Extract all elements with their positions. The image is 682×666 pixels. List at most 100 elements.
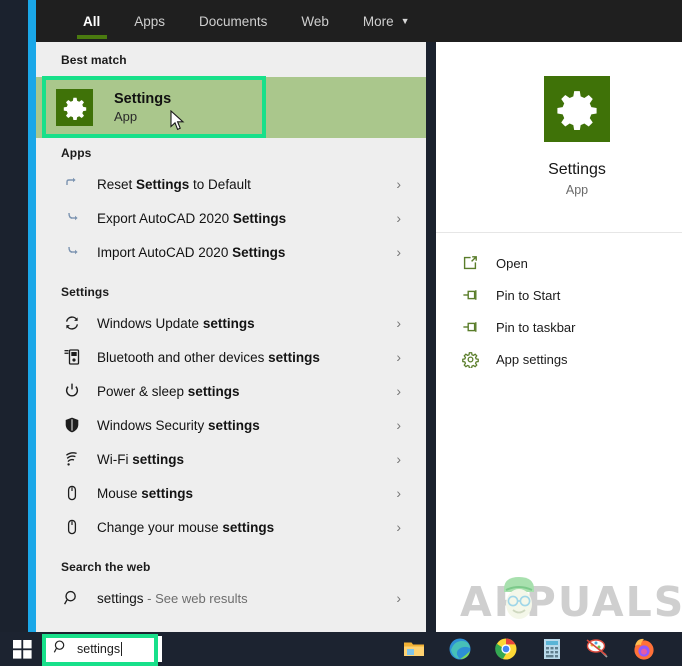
pin-icon xyxy=(460,285,480,305)
tab-documents-label: Documents xyxy=(199,13,268,29)
tab-apps[interactable]: Apps xyxy=(117,0,182,42)
result-label: Reset Settings to Default xyxy=(97,176,251,192)
gear-icon xyxy=(544,75,610,142)
result-row-windows-update-settings[interactable]: Windows Update settings › xyxy=(36,306,426,340)
gear-icon xyxy=(56,89,93,126)
wallpaper-accent-strip xyxy=(28,0,36,632)
preview-app-kind: App xyxy=(565,182,589,197)
calculator-icon[interactable] xyxy=(540,637,564,661)
result-label: Windows Update settings xyxy=(97,315,255,331)
preview-app-name: Settings xyxy=(548,160,606,178)
tab-apps-label: Apps xyxy=(134,13,166,29)
search-input-value[interactable]: settings xyxy=(77,642,120,656)
mouse-icon xyxy=(61,482,83,504)
chevron-right-icon: › xyxy=(396,417,401,433)
firefox-icon[interactable] xyxy=(632,637,656,661)
action-pin-to-taskbar[interactable]: Pin to taskbar xyxy=(436,311,682,343)
wifi-icon xyxy=(61,448,83,470)
arrow-right-curve-icon xyxy=(61,241,83,263)
group-header-search-the-web: Search the web xyxy=(61,560,151,574)
chevron-right-icon: › xyxy=(396,451,401,467)
shield-icon xyxy=(61,414,83,436)
chevron-down-icon: ▼ xyxy=(400,16,410,26)
tab-documents[interactable]: Documents xyxy=(182,0,284,42)
chevron-right-icon: › xyxy=(396,485,401,501)
paint-icon[interactable] xyxy=(586,637,610,661)
result-label: Windows Security settings xyxy=(97,417,260,433)
filter-tabbar: All Apps Documents Web More ▼ xyxy=(36,0,682,42)
tab-more-label: More xyxy=(362,13,394,29)
text-cursor xyxy=(121,642,123,656)
start-button[interactable] xyxy=(0,632,44,666)
result-label: Import AutoCAD 2020 Settings xyxy=(97,244,286,260)
bluetooth-device-icon xyxy=(61,346,83,368)
chevron-right-icon: › xyxy=(396,590,401,606)
result-row-wifi-settings[interactable]: Wi-Fi settings › xyxy=(36,442,426,476)
action-open[interactable]: Open xyxy=(436,247,682,279)
power-icon xyxy=(61,380,83,402)
result-label: Wi-Fi settings xyxy=(97,451,184,467)
search-icon xyxy=(61,587,83,609)
arrow-left-curve-icon xyxy=(61,173,83,195)
group-header-settings: Settings xyxy=(61,285,110,299)
best-match-settings-row[interactable]: Settings App xyxy=(36,77,426,138)
result-label: Export AutoCAD 2020 Settings xyxy=(97,210,287,226)
action-label: Pin to taskbar xyxy=(496,319,576,335)
start-search-flyout: All Apps Documents Web More ▼ Best match… xyxy=(36,0,682,632)
result-label: Power & sleep settings xyxy=(97,383,240,399)
best-match-subtitle: App xyxy=(114,109,138,124)
screen: All Apps Documents Web More ▼ Best match… xyxy=(0,0,682,666)
search-icon xyxy=(53,639,68,659)
taskbar-pinned-icons xyxy=(402,632,656,666)
open-external-icon xyxy=(460,253,480,273)
chevron-right-icon: › xyxy=(396,315,401,331)
mouse-icon xyxy=(61,516,83,538)
action-label: Open xyxy=(496,255,528,271)
desktop-backdrop-left xyxy=(0,0,28,632)
result-label: Change your mouse settings xyxy=(97,519,275,535)
result-row-bluetooth-and-other-devices-settings[interactable]: Bluetooth and other devices settings › xyxy=(36,340,426,374)
group-header-apps: Apps xyxy=(61,146,92,160)
arrow-right-curve-icon xyxy=(61,207,83,229)
group-header-best-match: Best match xyxy=(61,53,127,67)
result-label: Bluetooth and other devices settings xyxy=(97,349,320,365)
chevron-right-icon: › xyxy=(396,176,401,192)
tab-more[interactable]: More ▼ xyxy=(346,0,427,42)
result-label: Mouse settings xyxy=(97,485,194,501)
action-app-settings[interactable]: App settings xyxy=(436,343,682,375)
action-label: App settings xyxy=(496,351,568,367)
file-explorer-icon[interactable] xyxy=(402,637,426,661)
chevron-right-icon: › xyxy=(396,244,401,260)
gear-outline-icon xyxy=(460,349,480,369)
result-row-change-your-mouse-settings[interactable]: Change your mouse settings › xyxy=(36,510,426,544)
tab-all[interactable]: All xyxy=(66,0,117,42)
best-match-title: Settings xyxy=(114,91,172,107)
chevron-right-icon: › xyxy=(396,383,401,399)
action-pin-to-start[interactable]: Pin to Start xyxy=(436,279,682,311)
result-row-windows-security-settings[interactable]: Windows Security settings › xyxy=(36,408,426,442)
result-row-power-and-sleep-settings[interactable]: Power & sleep settings › xyxy=(36,374,426,408)
pin-icon xyxy=(460,317,480,337)
preview-app-card: Settings App xyxy=(436,42,682,232)
google-chrome-icon[interactable] xyxy=(494,637,518,661)
result-row-mouse-settings[interactable]: Mouse settings › xyxy=(36,476,426,510)
action-label: Pin to Start xyxy=(496,287,561,303)
tab-all-label: All xyxy=(83,13,101,29)
taskbar: settings xyxy=(0,632,682,666)
tab-web-label: Web xyxy=(301,13,329,29)
microsoft-edge-icon[interactable] xyxy=(448,637,472,661)
result-row-export-autocad-2020-settings[interactable]: Export AutoCAD 2020 Settings › xyxy=(36,201,426,235)
chevron-right-icon: › xyxy=(396,210,401,226)
result-label: settings - See web results xyxy=(97,590,248,606)
refresh-icon xyxy=(61,312,83,334)
app-preview-panel: Settings App Open Pin to Start Pin to ta… xyxy=(436,42,682,632)
result-row-import-autocad-2020-settings[interactable]: Import AutoCAD 2020 Settings › xyxy=(36,235,426,269)
result-row-reset-settings-to-default[interactable]: Reset Settings to Default › xyxy=(36,167,426,201)
preview-actions: Open Pin to Start Pin to taskbar App set… xyxy=(436,233,682,375)
taskbar-search-box[interactable]: settings xyxy=(44,636,162,662)
result-row-web-search-settings[interactable]: settings - See web results › xyxy=(36,581,426,615)
chevron-right-icon: › xyxy=(396,349,401,365)
mouse-cursor xyxy=(170,109,186,132)
chevron-right-icon: › xyxy=(396,519,401,535)
tab-web[interactable]: Web xyxy=(284,0,346,42)
